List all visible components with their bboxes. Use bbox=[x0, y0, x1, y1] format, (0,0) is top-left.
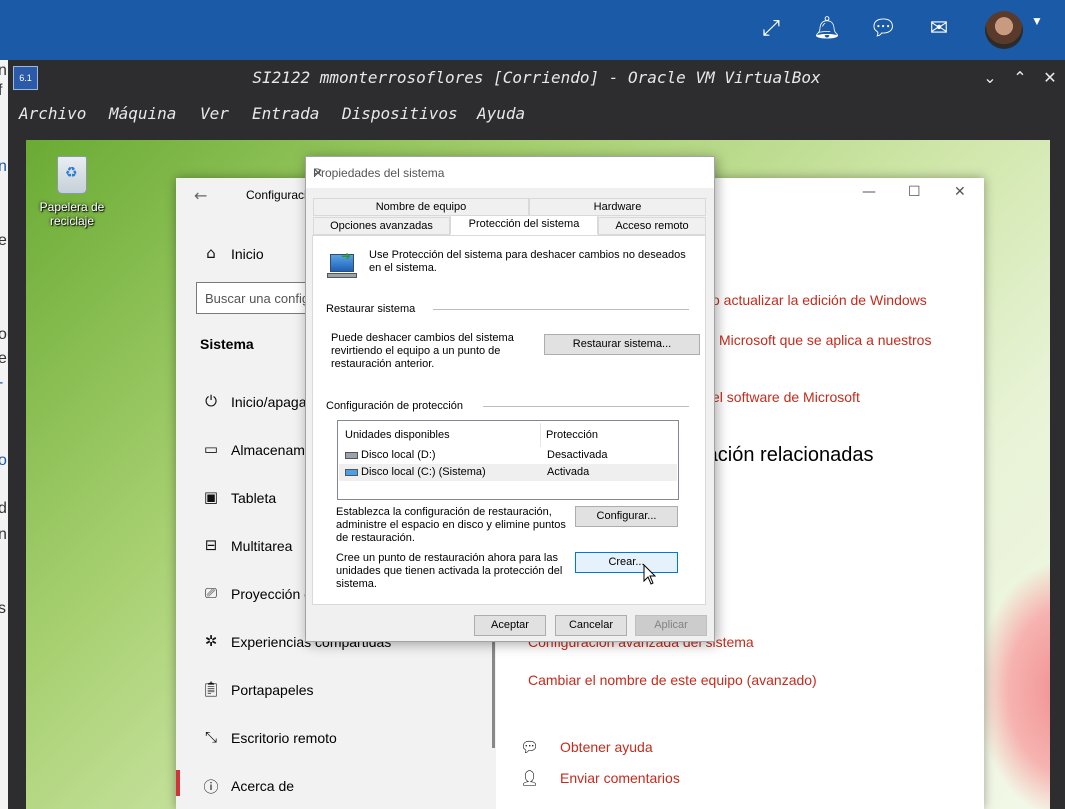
dialog-title-bar: Propiedades del sistema ✕ bbox=[306, 157, 714, 188]
chat-icon[interactable]: 💬︎ bbox=[868, 14, 898, 44]
restore-group-label: Restaurar sistema bbox=[326, 303, 422, 315]
window-title: SI2122 mmonterrosoflores [Corriendo] - O… bbox=[252, 68, 821, 87]
system-drive-icon bbox=[345, 469, 358, 476]
power-icon: ⏻ bbox=[205, 392, 217, 410]
host-top-bar: ⤢ 🔔︎ 💬︎ ✉ ▼ bbox=[0, 0, 1065, 60]
create-text: Cree un punto de restauración ahora para… bbox=[336, 552, 563, 590]
edge-fragment: d bbox=[0, 500, 7, 517]
edge-fragment: n bbox=[0, 62, 7, 79]
close-icon[interactable]: ✕ bbox=[954, 184, 966, 200]
tab-computer-name[interactable]: Nombre de equipo bbox=[313, 198, 529, 216]
info-icon: ⓘ bbox=[203, 778, 219, 796]
create-button[interactable]: Crear... bbox=[575, 552, 678, 573]
system-protection-icon: ➜ bbox=[327, 249, 357, 278]
link-microsoft-terms[interactable]: Microsoft que se aplica a nuestros bbox=[719, 332, 931, 348]
recycle-bin-label[interactable]: Papelera de reciclaje bbox=[30, 200, 114, 228]
recycle-bin-icon[interactable]: ♻ bbox=[51, 150, 93, 196]
edge-fragment: n bbox=[0, 158, 7, 175]
host-page-edge: n f n er ou el - o d n s bbox=[0, 60, 8, 809]
wallpaper-flower bbox=[976, 560, 1050, 809]
column-header-drives[interactable]: Unidades disponibles bbox=[345, 429, 450, 441]
menu-bar: Archivo Máquina Ver Entrada Dispositivos… bbox=[8, 96, 1065, 132]
section-title: Sistema bbox=[200, 336, 254, 352]
restore-system-button[interactable]: Restaurar sistema... bbox=[544, 334, 700, 355]
edge-fragment: o bbox=[0, 452, 7, 469]
link-update-edition[interactable]: o actualizar la edición de Windows bbox=[712, 292, 927, 308]
edge-fragment: n bbox=[0, 526, 7, 543]
protection-group-label: Configuración de protección bbox=[326, 400, 469, 412]
feedback-icon: 👤︎ bbox=[520, 769, 540, 787]
minimize-icon[interactable]: ⌄ bbox=[979, 66, 1001, 90]
share-icon: ✲ bbox=[204, 632, 218, 650]
link-microsoft-software[interactable]: el software de Microsoft bbox=[712, 389, 860, 405]
close-icon[interactable]: ✕ bbox=[313, 166, 706, 180]
edge-fragment: ou bbox=[0, 326, 8, 343]
tab-hardware[interactable]: Hardware bbox=[529, 198, 706, 216]
menu-maquina[interactable]: Máquina bbox=[109, 104, 176, 123]
link-get-help[interactable]: Obtener ayuda bbox=[560, 739, 653, 755]
tablet-icon: ▣ bbox=[203, 488, 219, 506]
active-indicator bbox=[176, 770, 180, 796]
configure-button[interactable]: Configurar... bbox=[575, 506, 678, 527]
edge-fragment: er bbox=[0, 232, 8, 249]
list-item[interactable]: Disco local (C:) (Sistema) Activada bbox=[339, 464, 677, 481]
menu-dispositivos[interactable]: Dispositivos bbox=[342, 104, 458, 123]
nav-scrollbar[interactable] bbox=[492, 633, 495, 748]
divider bbox=[433, 309, 689, 310]
link-rename-pc[interactable]: Cambiar el nombre de este equipo (avanza… bbox=[528, 672, 817, 688]
menu-entrada[interactable]: Entrada bbox=[252, 104, 319, 123]
edge-fragment: f bbox=[0, 82, 3, 99]
storage-icon: ▭ bbox=[203, 440, 219, 458]
apply-button[interactable]: Aplicar bbox=[635, 615, 707, 636]
remote-desktop-icon: ⤡ bbox=[204, 728, 217, 746]
maximize-icon[interactable]: ⌃ bbox=[1009, 66, 1031, 90]
mouse-cursor-icon bbox=[643, 564, 657, 585]
cancel-button[interactable]: Cancelar bbox=[555, 615, 627, 636]
restore-text: Puede deshacer cambios del sistema revir… bbox=[331, 332, 514, 370]
column-header-protection[interactable]: Protección bbox=[546, 429, 598, 441]
bell-icon[interactable]: 🔔︎ bbox=[812, 14, 842, 44]
edge-fragment: s bbox=[0, 600, 6, 617]
edge-fragment: - bbox=[0, 374, 3, 392]
intro-text: Use Protección del sistema para deshacer… bbox=[369, 249, 686, 274]
related-settings-heading: ración relacionadas bbox=[700, 444, 874, 466]
edge-fragment: el bbox=[0, 350, 8, 367]
home-icon: ⌂ bbox=[206, 244, 216, 262]
settings-title: Configuración bbox=[246, 188, 306, 202]
maximize-icon[interactable]: ☐ bbox=[908, 184, 921, 200]
back-arrow-icon[interactable]: ← bbox=[194, 186, 207, 205]
expand-icon[interactable]: ⤢ bbox=[756, 14, 786, 44]
projection-icon: ⎚ bbox=[204, 584, 217, 602]
menu-archivo[interactable]: Archivo bbox=[19, 104, 86, 123]
system-protection-panel: ➜ Use Protección del sistema para deshac… bbox=[312, 235, 706, 605]
multitask-icon: ⊟ bbox=[204, 536, 218, 554]
list-item[interactable]: Disco local (D:) Desactivada bbox=[339, 447, 677, 464]
close-icon[interactable]: ✕ bbox=[1039, 66, 1061, 90]
menu-ver[interactable]: Ver bbox=[200, 104, 229, 123]
drive-icon bbox=[345, 452, 358, 459]
column-separator bbox=[540, 423, 541, 447]
avatar[interactable] bbox=[985, 11, 1023, 49]
link-feedback[interactable]: Enviar comentarios bbox=[560, 770, 680, 786]
clipboard-icon: 📋︎ bbox=[201, 680, 221, 698]
chevron-down-icon[interactable]: ▼ bbox=[1031, 14, 1043, 28]
configure-text: Establezca la configuración de restaurac… bbox=[336, 506, 566, 544]
ok-button[interactable]: Aceptar bbox=[474, 615, 546, 636]
tab-remote[interactable]: Acceso remoto bbox=[598, 217, 706, 235]
minimize-icon[interactable]: — bbox=[862, 184, 876, 200]
menu-ayuda[interactable]: Ayuda bbox=[477, 104, 525, 123]
help-icon: 💬︎ bbox=[520, 738, 540, 756]
tab-system-protection[interactable]: Protección del sistema bbox=[450, 215, 598, 235]
divider bbox=[483, 406, 689, 407]
mail-icon[interactable]: ✉ bbox=[924, 14, 954, 44]
drives-list[interactable]: Unidades disponibles Protección Disco lo… bbox=[337, 420, 679, 500]
tab-advanced[interactable]: Opciones avanzadas bbox=[313, 217, 450, 235]
